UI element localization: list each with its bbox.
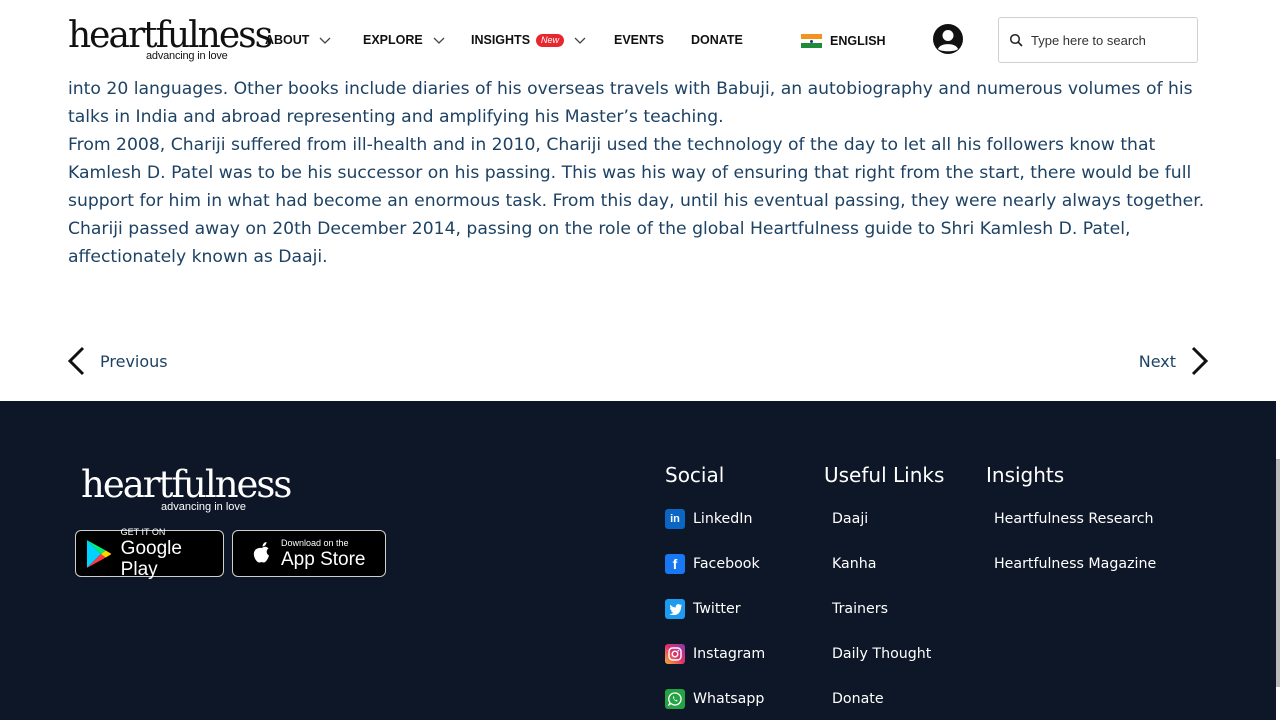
footer-logo-wordmark: heartfulness [81, 463, 292, 506]
insights-link[interactable]: Heartfulness Research [994, 509, 1154, 529]
instagram-icon [665, 644, 685, 664]
social-link-whatsapp[interactable]: Whatsapp [665, 689, 764, 709]
footer-logo[interactable]: heartfulness advancing in love [81, 465, 292, 515]
app-store-small-text: Download on the [281, 537, 349, 548]
social-link-label: Instagram [693, 646, 766, 662]
social-link-label: Facebook [693, 556, 760, 572]
useful-link[interactable]: Daaji [832, 509, 868, 529]
article-paragraph: Chariji passed away on 20th December 201… [68, 219, 1131, 267]
article-paragraph: into 20 languages. Other books include d… [68, 79, 1193, 127]
footer-logo-tagline: advancing in love [161, 501, 247, 513]
twitter-icon [665, 599, 685, 619]
nav-explore-label: EXPLORE [363, 33, 423, 47]
new-badge: New [536, 33, 565, 47]
previous-label: Previous [100, 351, 168, 371]
social-link-label: LinkedIn [693, 511, 753, 527]
logo-tagline: advancing in love [146, 50, 228, 62]
search-icon [1009, 33, 1023, 47]
google-play-big-text: Google Play [120, 538, 182, 580]
social-link-label: Twitter [693, 601, 741, 617]
nav-events-label: EVENTS [614, 33, 665, 47]
chevron-down-icon [319, 37, 331, 44]
site-header: heartfulness advancing in love ABOUT EXP… [0, 0, 1280, 78]
chevron-down-icon [433, 37, 445, 44]
nav-donate[interactable]: DONATE [691, 31, 743, 49]
social-link-label: Whatsapp [693, 691, 765, 707]
useful-link[interactable]: Donate [832, 689, 884, 709]
social-heading: Social [665, 463, 725, 487]
article-body: into 20 languages. Other books include d… [68, 75, 1214, 271]
social-link-instagram[interactable]: Instagram [665, 644, 765, 664]
apple-icon [253, 541, 269, 563]
nav-about[interactable]: ABOUT [265, 31, 331, 49]
scrollbar-thumb[interactable] [1276, 459, 1280, 687]
search-box[interactable] [998, 17, 1198, 63]
chevron-down-icon [574, 37, 586, 44]
nav-donate-label: DONATE [691, 33, 743, 47]
previous-link[interactable]: Previous [66, 345, 168, 377]
language-selector[interactable]: ENGLISH [801, 33, 886, 49]
next-link[interactable]: Next [1139, 345, 1210, 377]
social-link-facebook[interactable]: f Facebook [665, 554, 760, 574]
chevron-right-icon [1191, 346, 1209, 376]
linkedin-icon: in [665, 509, 685, 529]
app-store-big-text: App Store [281, 548, 366, 570]
nav-events[interactable]: EVENTS [614, 31, 664, 49]
nav-insights-label: INSIGHTS [471, 33, 531, 47]
facebook-icon: f [665, 554, 685, 574]
article-paragraph: From 2008, Chariji suffered from ill-hea… [68, 135, 1205, 211]
insights-heading: Insights [986, 463, 1065, 487]
user-account-icon[interactable] [932, 23, 964, 55]
useful-link[interactable]: Trainers [832, 599, 888, 619]
app-store-button[interactable]: Download on the App Store [232, 530, 386, 577]
search-input[interactable] [1031, 32, 1191, 48]
site-logo[interactable]: heartfulness advancing in love [68, 16, 273, 64]
useful-link[interactable]: Kanha [832, 554, 876, 574]
india-flag-icon [801, 34, 822, 49]
nav-about-label: ABOUT [265, 33, 310, 47]
next-label: Next [1138, 351, 1176, 371]
useful-links-heading: Useful Links [824, 463, 945, 487]
whatsapp-icon [665, 689, 685, 709]
google-play-icon [86, 539, 112, 568]
google-play-button[interactable]: GET IT ON Google Play [75, 527, 224, 580]
nav-insights[interactable]: INSIGHTS New [471, 31, 586, 49]
social-link-twitter[interactable]: Twitter [665, 599, 741, 619]
chevron-left-icon [67, 346, 85, 376]
insights-link[interactable]: Heartfulness Magazine [994, 554, 1156, 574]
social-link-linkedin[interactable]: in LinkedIn [665, 509, 752, 529]
nav-explore[interactable]: EXPLORE [363, 31, 445, 49]
language-label: ENGLISH [830, 34, 886, 48]
google-play-small-text: GET IT ON [120, 527, 166, 537]
useful-link[interactable]: Daily Thought [832, 644, 931, 664]
